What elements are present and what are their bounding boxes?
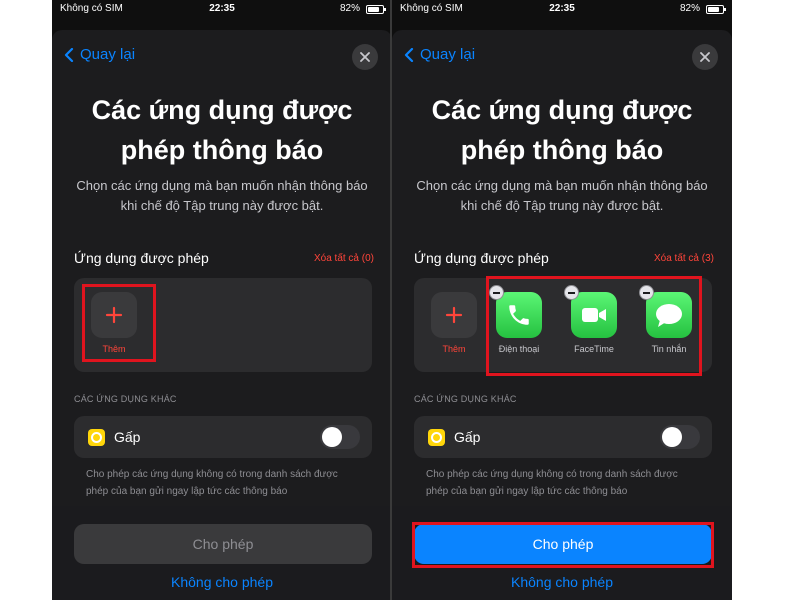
urgent-label: Gấp	[454, 429, 481, 445]
urgent-toggle[interactable]	[660, 425, 700, 449]
urgent-label: Gấp	[114, 429, 141, 445]
chevron-left-icon	[64, 47, 74, 62]
close-button[interactable]	[692, 44, 718, 70]
close-button[interactable]	[352, 44, 378, 70]
highlight-box-add	[82, 284, 156, 362]
plus-icon	[431, 292, 477, 338]
other-apps-heading: CÁC ỨNG DỤNG KHÁC	[74, 394, 177, 404]
dont-allow-button[interactable]: Không cho phép	[392, 574, 732, 590]
other-apps-heading: CÁC ỨNG DỤNG KHÁC	[414, 394, 517, 404]
urgent-footnote: Cho phép các ứng dụng không có trong dan…	[426, 469, 678, 497]
battery-icon	[366, 5, 386, 14]
add-app-label: Thêm	[442, 344, 466, 354]
allowed-apps-heading: Ứng dụng được phép	[414, 250, 549, 266]
highlight-box-apps	[486, 276, 702, 376]
page-title: Các ứng dụng được phép thông báo	[91, 95, 353, 165]
dont-allow-button[interactable]: Không cho phép	[52, 574, 392, 590]
page-subtitle: Chọn các ứng dụng mà bạn muốn nhận thông…	[76, 178, 368, 213]
status-bar: Không có SIM 22:35 82%	[52, 0, 392, 20]
close-icon	[700, 52, 710, 62]
urgent-footnote: Cho phép các ứng dụng không có trong dan…	[86, 469, 338, 497]
toggle-knob	[662, 427, 682, 447]
allow-button[interactable]: Cho phép	[74, 524, 372, 564]
add-app-button[interactable]: Thêm	[424, 292, 484, 354]
toggle-knob	[322, 427, 342, 447]
allowed-apps-heading: Ứng dụng được phép	[74, 250, 209, 266]
urgent-row[interactable]: Gấp	[74, 416, 372, 458]
urgent-toggle[interactable]	[320, 425, 360, 449]
back-button[interactable]: Quay lại	[404, 46, 475, 63]
phone-screen-after: Không có SIM 22:35 82% Quay lại Các ứng …	[392, 0, 732, 600]
page-title: Các ứng dụng được phép thông báo	[431, 95, 693, 165]
urgent-row[interactable]: Gấp	[414, 416, 712, 458]
urgent-icon	[88, 429, 105, 446]
battery-icon	[706, 5, 726, 14]
status-bar: Không có SIM 22:35 82%	[392, 0, 732, 20]
back-button[interactable]: Quay lại	[64, 46, 135, 63]
clear-all-button[interactable]: Xóa tất cả (3)	[654, 253, 714, 264]
phone-screen-before: Không có SIM 22:35 82% Quay lại Các ứng …	[52, 0, 392, 600]
clear-all-button[interactable]: Xóa tất cả (0)	[314, 253, 374, 264]
highlight-box-allow	[412, 522, 714, 568]
back-label: Quay lại	[420, 46, 476, 63]
battery-percent: 82%	[339, 3, 360, 14]
page-subtitle: Chọn các ứng dụng mà bạn muốn nhận thông…	[416, 178, 708, 213]
battery-percent: 82%	[679, 3, 700, 14]
chevron-left-icon	[404, 47, 414, 62]
back-label: Quay lại	[80, 46, 136, 63]
close-icon	[360, 52, 370, 62]
urgent-icon	[428, 429, 445, 446]
